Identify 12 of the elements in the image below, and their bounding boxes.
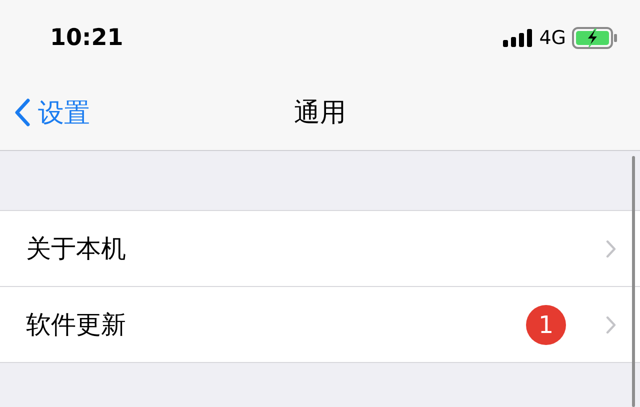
nav-title: 通用 [294,97,346,130]
status-time: 10:21 [50,24,124,50]
settings-row[interactable]: 关于本机 [0,211,640,286]
chevron-right-icon [606,316,616,334]
notification-badge: 1 [526,304,566,344]
chevron-right-icon [606,240,616,258]
row-label: 软件更新 [26,309,126,341]
network-label: 4G [539,26,566,48]
signal-icon [503,28,534,46]
row-label: 关于本机 [26,233,126,265]
chevron-left-icon [14,98,30,126]
back-button[interactable]: 设置 [14,95,90,130]
